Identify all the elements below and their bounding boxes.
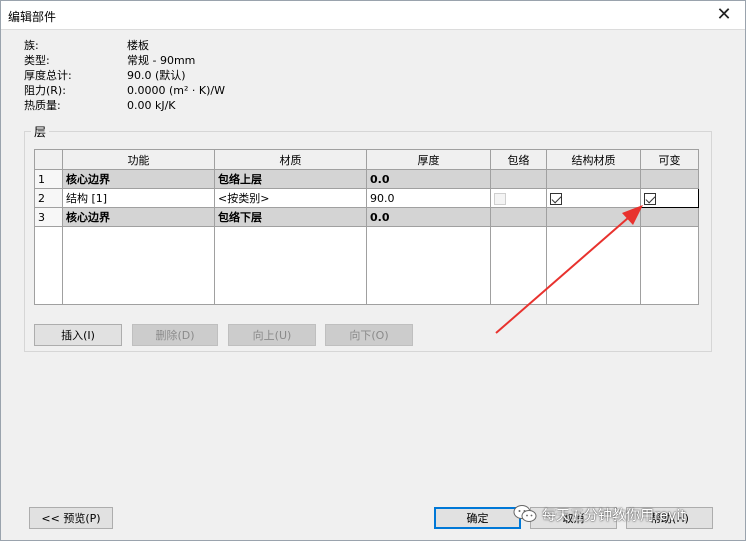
watermark-text: 每天五分钟教你用revit [542, 508, 686, 524]
wechat-icon [513, 505, 537, 522]
annotation-arrow [495, 205, 643, 334]
